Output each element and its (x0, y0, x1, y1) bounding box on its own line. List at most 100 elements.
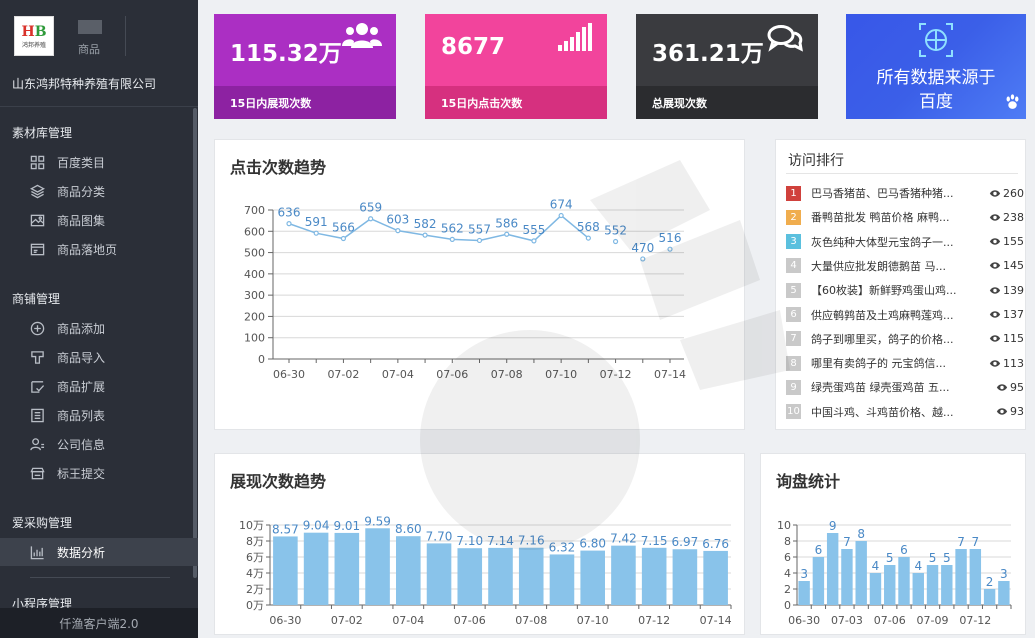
ranking-item[interactable]: 6 供应鹌鹑苗及土鸡麻鸭莲鸡... 137 (786, 303, 1024, 327)
bar (672, 549, 698, 605)
y-tick-label: 8万 (246, 535, 264, 548)
data-point (640, 256, 646, 262)
sidebar-item-label: 百度类目 (57, 155, 106, 170)
rank-views: 93 (996, 405, 1024, 418)
rank-title: 巴马香猪苗、巴马香猪种猪... (811, 187, 954, 200)
sidebar-item-baidu-category[interactable]: 百度类目 (0, 148, 198, 176)
brand-caption: 商品 (78, 43, 100, 56)
ranking-item[interactable]: 10 中国斗鸡、斗鸡苗价格、越... 93 (786, 400, 1024, 424)
bar (841, 549, 853, 605)
rank-views-count: 238 (1003, 210, 1024, 224)
bar (855, 541, 867, 605)
data-label: 6.32 (549, 540, 576, 554)
sidebar-separator (30, 577, 170, 578)
bar (303, 532, 329, 605)
ranking-item[interactable]: 2 番鸭苗批发 鸭苗价格 麻鸭... 238 (786, 205, 1024, 229)
data-label: 555 (522, 223, 545, 237)
ranking-item[interactable]: 4 大量供应批发朗德鹅苗 马... 145 (786, 254, 1024, 278)
rank-title: 哪里有卖鸽子的 元宝鸽信... (811, 357, 946, 371)
sidebar-item-data-analysis[interactable]: 数据分析 (0, 538, 198, 566)
data-label: 5 (929, 551, 937, 565)
rank-badge: 3 (786, 234, 801, 250)
data-label: 6 (900, 543, 908, 557)
rank-badge: 6 (786, 307, 801, 322)
rank-badge: 1 (786, 185, 801, 201)
sidebar-item-product-category[interactable]: 商品分类 (0, 177, 198, 205)
sidebar-item-label: 数据分析 (57, 545, 106, 560)
bar (826, 533, 839, 605)
rank-badge: 7 (786, 331, 801, 347)
ranking-item[interactable]: 5 【60枚装】新鲜野鸡蛋山鸡... 139 (786, 278, 1024, 302)
eye-icon (989, 238, 1001, 245)
bar (955, 549, 967, 605)
sidebar-item-label: 商品落地页 (57, 242, 118, 257)
y-tick-label: 400 (244, 268, 265, 281)
sidebar-item-product-list[interactable]: 商品列表 (0, 401, 198, 429)
ranking-item[interactable]: 1 巴马香猪苗、巴马香猪种猪... 260 (786, 181, 1024, 205)
data-point (531, 238, 537, 244)
data-point (476, 237, 483, 244)
bar (969, 549, 982, 605)
store-icon (30, 467, 45, 479)
data-label: 516 (659, 231, 682, 245)
data-point (340, 235, 347, 242)
data-label: 7 (972, 535, 980, 549)
y-tick-label: 0 (258, 353, 265, 366)
data-label: 7.14 (487, 534, 514, 548)
brand-divider (125, 16, 126, 56)
rank-badge: 5 (786, 282, 801, 298)
data-label: 586 (495, 216, 518, 230)
ranking-item[interactable]: 3 灰色纯种大体型元宝鸽子一... 155 (786, 230, 1024, 254)
bar (580, 550, 605, 605)
baidu-source-line1: 所有数据来源于 (876, 68, 996, 88)
sidebar-item-extend-product[interactable]: 商品扩展 (0, 372, 198, 400)
rank-views: 139 (989, 284, 1024, 297)
rank-badge: 9 (786, 379, 801, 395)
data-point (422, 232, 428, 238)
bar (457, 548, 483, 605)
rank-views-count: 155 (1003, 235, 1024, 249)
y-tick-label: 4万 (246, 567, 264, 580)
eye-icon (989, 311, 1001, 318)
bar-chart-icon (30, 545, 44, 559)
sidebar-item-import-product[interactable]: 商品导入 (0, 343, 198, 371)
bar (812, 557, 825, 605)
data-label: 674 (550, 198, 573, 212)
sidebar-item-add-product[interactable]: 商品添加 (0, 314, 198, 342)
ranking-item[interactable]: 9 绿壳蛋鸡苗 绿壳蛋鸡苗 五... 95 (786, 375, 1024, 399)
impression-trend-panel: 展现次数趋势 0万 2万 4万 6万 8万 10万 8.57 06-30 9.04 9.01 07-… (214, 453, 745, 635)
bar (365, 528, 390, 605)
ranking-item[interactable]: 8 哪里有卖鸽子的 元宝鸽信... 113 (786, 351, 1024, 375)
y-tick-label: 4 (784, 567, 791, 580)
eye-icon (996, 408, 1008, 415)
eye-icon (996, 384, 1008, 391)
bar (926, 565, 939, 605)
bar (396, 536, 421, 605)
sidebar-item-company-info[interactable]: 公司信息 (0, 430, 198, 458)
data-point (667, 246, 673, 252)
sidebar-item-label: 商品导入 (57, 350, 106, 365)
ranking-item[interactable]: 7 鸽子到哪里买，鸽子的价格... 115 (786, 327, 1024, 351)
data-point (504, 231, 510, 237)
y-tick-label: 0万 (246, 599, 264, 612)
baidu-paw-icon (1006, 94, 1019, 109)
sidebar-item-label: 公司信息 (57, 437, 106, 452)
inquiry-stats-panel: 询盘统计 0 2 4 6 8 10 3 06-30 6 9 7 07-03 8 4 5 07-06 6 4 5 07-… (760, 453, 1026, 635)
sidebar-item-bid-submit[interactable]: 标王提交 (0, 459, 198, 487)
data-label: 8.57 (272, 522, 299, 536)
data-label: 6.76 (702, 537, 729, 551)
rank-views: 155 (989, 235, 1024, 248)
x-tick-label: 07-10 (545, 368, 577, 381)
sidebar-item-label: 商品添加 (57, 321, 106, 336)
bar (488, 547, 513, 605)
data-label: 568 (577, 220, 600, 234)
sidebar-item-label: 商品分类 (57, 184, 106, 199)
sidebar-item-landing-page[interactable]: 商品落地页 (0, 235, 198, 263)
stat-card-clicks: 8677 15日内点击次数 (425, 14, 607, 119)
sidebar-item-label: 标王提交 (57, 466, 106, 481)
logo-subtitle: 鸿邦养殖 (21, 41, 46, 49)
y-tick-label: 2万 (246, 583, 264, 596)
y-tick-label: 500 (244, 247, 265, 260)
sidebar-item-gallery[interactable]: 商品图集 (0, 206, 198, 234)
data-label: 552 (604, 224, 627, 238)
